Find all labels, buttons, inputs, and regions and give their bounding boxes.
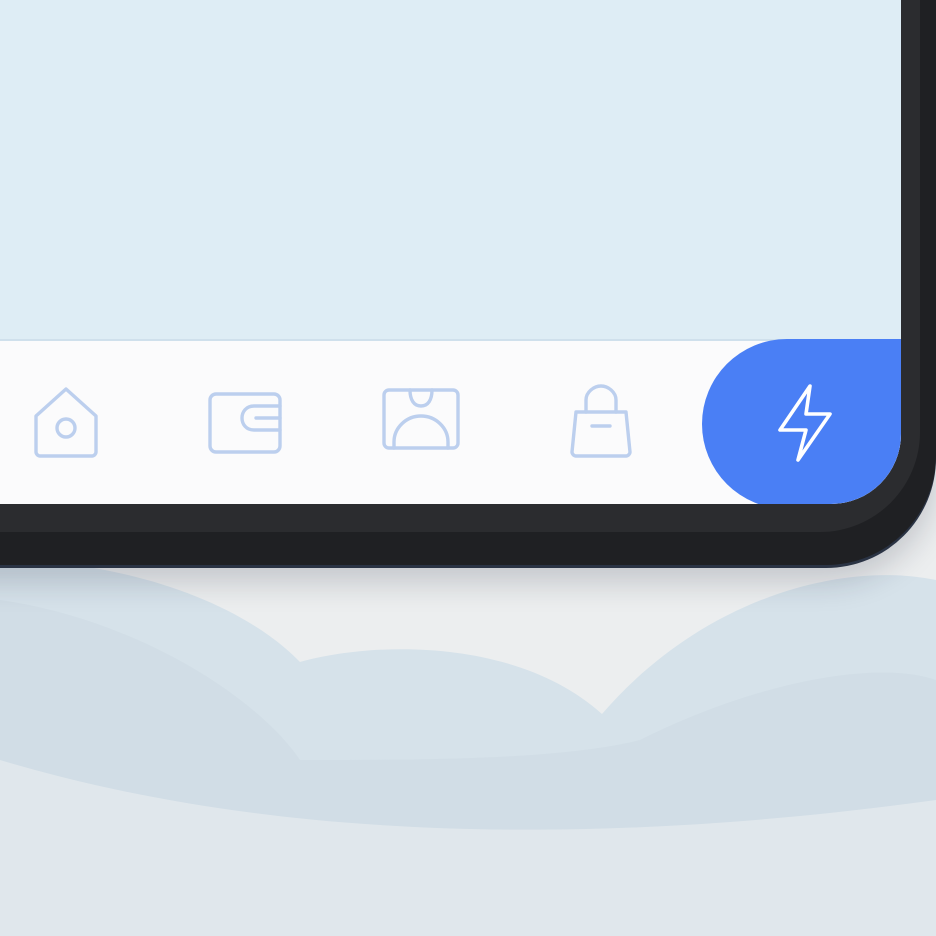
tab-home[interactable] [2,341,132,504]
bottom-tab-bar [0,339,901,504]
home-icon [34,386,98,458]
shopping-bag-icon [570,383,632,458]
lightning-icon [778,383,832,462]
page [0,0,936,936]
tab-wallet[interactable] [180,341,310,504]
tab-lightning[interactable] [740,341,870,504]
gallery-icon [382,387,460,450]
tab-shopping-bag[interactable] [536,341,666,504]
wallet-icon [208,391,282,454]
content-area [0,0,901,339]
phone-screen [0,0,901,504]
tab-gallery[interactable] [356,341,486,504]
